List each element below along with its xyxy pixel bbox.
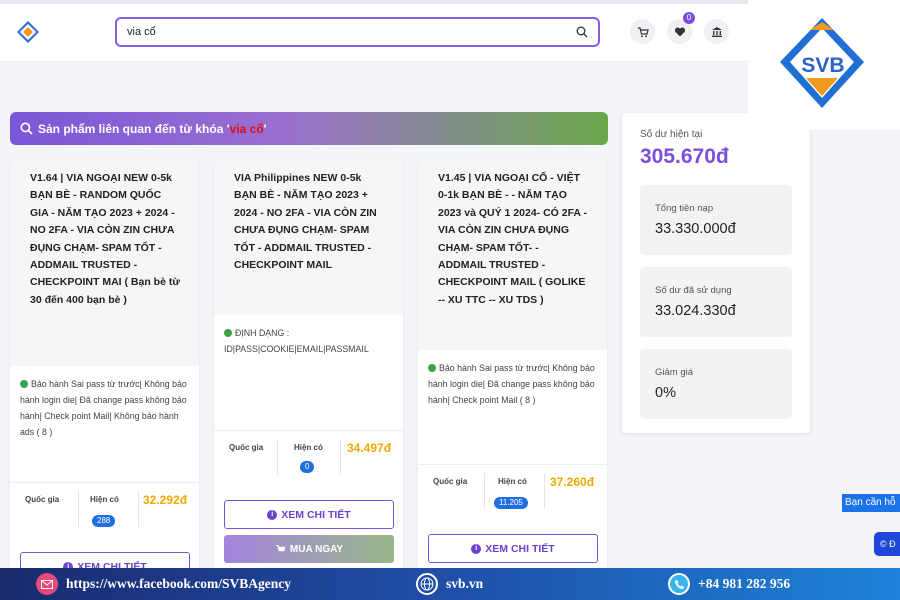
wishlist-icon[interactable]: 0 bbox=[667, 12, 695, 44]
country-label: Quốc gia bbox=[433, 477, 468, 486]
product-price: 37.260đ bbox=[550, 475, 595, 489]
tool-price: Miễn phí bbox=[92, 74, 127, 84]
view-detail-label: XEM CHI TIẾT bbox=[485, 542, 555, 555]
product-description: Bảo hành Sai pass từ trước| Không bảo hà… bbox=[10, 366, 199, 450]
tool-price: Miễn phí bbox=[704, 74, 739, 84]
stat-value: 33.024.330đ bbox=[655, 303, 736, 319]
footer-website[interactable]: svb.vn bbox=[416, 568, 483, 600]
product-title[interactable]: VIA Philippines NEW 0-5k BẠN BÈ - NĂM TẠ… bbox=[214, 160, 403, 315]
product-card: V1.64 | VIA NGOẠI NEW 0-5k BẠN BÈ - RAND… bbox=[10, 160, 199, 590]
facebook-link[interactable]: https://www.facebook.com/SVBAgency bbox=[66, 576, 291, 592]
copyright-badge[interactable]: © Đ bbox=[874, 532, 900, 556]
stock-label: Hiện có bbox=[294, 443, 323, 452]
wishlist-badge: 0 bbox=[683, 12, 695, 24]
mail-icon bbox=[36, 573, 58, 595]
website-link[interactable]: svb.vn bbox=[446, 576, 483, 592]
view-detail-button[interactable]: i XEM CHI TIẾT bbox=[428, 534, 598, 563]
check-icon bbox=[20, 380, 28, 388]
related-keyword: via cổ bbox=[229, 121, 264, 136]
divider bbox=[78, 491, 79, 527]
country-label: Quốc gia bbox=[229, 443, 264, 452]
related-products-header: Sản phẩm liên quan đến từ khóa ' via cổ ' bbox=[10, 112, 608, 145]
brand-logo-text: SVB bbox=[801, 54, 844, 77]
product-description: ĐỊNH DẠNG : ID|PASS|COOKIE|EMAIL|PASSMAIL bbox=[214, 315, 403, 367]
product-stats: Quốc gia Hiện có 11.205 37.260đ bbox=[418, 464, 607, 528]
tool-price: Miễn phí bbox=[296, 74, 331, 84]
product-stats: Quốc gia Hiện có 288 32.292đ bbox=[10, 482, 199, 546]
brand-logo: SVB bbox=[748, 0, 900, 130]
discount-box: Giảm giá 0% bbox=[640, 349, 792, 419]
stat-label: Tổng tiền nạp bbox=[655, 203, 714, 214]
info-icon: i bbox=[267, 509, 278, 520]
stock-label: Hiện có bbox=[498, 477, 527, 486]
stat-label: Giảm giá bbox=[655, 367, 694, 378]
product-price: 32.292đ bbox=[143, 493, 188, 507]
top-strip bbox=[0, 0, 750, 4]
globe-icon bbox=[416, 573, 438, 595]
top-header: 0 bbox=[0, 0, 750, 62]
phone-icon bbox=[668, 573, 690, 595]
divider bbox=[277, 439, 278, 475]
balance-panel: Số dư hiện tại 305.670đ Tổng tiền nạp 33… bbox=[622, 113, 810, 433]
view-detail-button[interactable]: i XEM CHI TIẾT bbox=[224, 500, 394, 529]
stock-count: 0 bbox=[300, 461, 315, 473]
product-desc-text: Bảo hành Sai pass từ trước| Không bảo hà… bbox=[20, 379, 187, 437]
divider bbox=[340, 439, 341, 475]
site-logo[interactable] bbox=[16, 20, 40, 44]
buy-now-button[interactable]: MUA NGAY bbox=[224, 535, 394, 563]
total-deposit-box: Tổng tiền nạp 33.330.000đ bbox=[640, 185, 792, 255]
view-detail-label: XEM CHI TIẾT bbox=[281, 508, 351, 521]
product-desc-text: ID|PASS|COOKIE|EMAIL|PASSMAIL bbox=[224, 344, 369, 354]
stat-value: 0% bbox=[655, 385, 676, 401]
stock-count: 288 bbox=[92, 515, 116, 527]
footer-bar: https://www.facebook.com/SVBAgency svb.v… bbox=[0, 568, 900, 600]
search-box[interactable] bbox=[115, 17, 600, 47]
divider bbox=[484, 473, 485, 509]
cart-icon bbox=[276, 545, 286, 552]
related-prefix: Sản phẩm liên quan đến từ khóa ' bbox=[38, 121, 230, 136]
product-desc-text: Bảo hành Sai pass từ trước| Không bảo hà… bbox=[428, 363, 595, 405]
product-card: VIA Philippines NEW 0-5k BẠN BÈ - NĂM TẠ… bbox=[214, 160, 403, 590]
search-input[interactable] bbox=[127, 26, 588, 38]
product-stats: Quốc gia Hiện có 0 34.497đ bbox=[214, 430, 403, 494]
stock-count: 11.205 bbox=[494, 497, 528, 509]
bank-icon[interactable] bbox=[704, 19, 729, 44]
stat-value: 33.330.000đ bbox=[655, 221, 736, 237]
buy-now-label: MUA NGAY bbox=[289, 543, 344, 555]
divider bbox=[138, 491, 139, 527]
product-price: 34.497đ bbox=[347, 441, 392, 455]
info-icon: i bbox=[471, 543, 482, 554]
current-balance-label: Số dư hiện tại bbox=[640, 129, 703, 140]
stock-label: Hiện có bbox=[90, 495, 119, 504]
related-suffix: ' bbox=[263, 121, 267, 136]
product-description: Bảo hành Sai pass từ trước| Không bảo hà… bbox=[418, 350, 607, 418]
product-desc-title: ĐỊNH DẠNG : bbox=[235, 328, 290, 338]
product-card: V1.45 | VIA NGOẠI CỔ - VIỆT 0-1k BẠN BÈ … bbox=[418, 160, 607, 590]
current-balance-value: 305.670đ bbox=[640, 145, 729, 168]
search-icon bbox=[20, 122, 33, 135]
tool-price: Miễn phí bbox=[500, 74, 535, 84]
footer-phone[interactable]: +84 981 282 956 bbox=[668, 568, 790, 600]
product-title[interactable]: V1.45 | VIA NGOẠI CỔ - VIỆT 0-1k BẠN BÈ … bbox=[418, 160, 607, 350]
footer-facebook[interactable]: https://www.facebook.com/SVBAgency bbox=[36, 568, 291, 600]
cart-icon[interactable] bbox=[630, 19, 655, 44]
phone-number[interactable]: +84 981 282 956 bbox=[698, 576, 790, 592]
check-icon bbox=[224, 329, 232, 337]
used-balance-box: Số dư đã sử dụng 33.024.330đ bbox=[640, 267, 792, 337]
divider bbox=[544, 473, 545, 509]
chat-support-button[interactable]: Bạn cần hỗ bbox=[842, 494, 900, 512]
check-icon bbox=[428, 364, 436, 372]
country-label: Quốc gia bbox=[25, 495, 60, 504]
product-title[interactable]: V1.64 | VIA NGOẠI NEW 0-5k BẠN BÈ - RAND… bbox=[10, 160, 199, 366]
search-icon[interactable] bbox=[576, 25, 590, 39]
stat-label: Số dư đã sử dụng bbox=[655, 285, 732, 296]
